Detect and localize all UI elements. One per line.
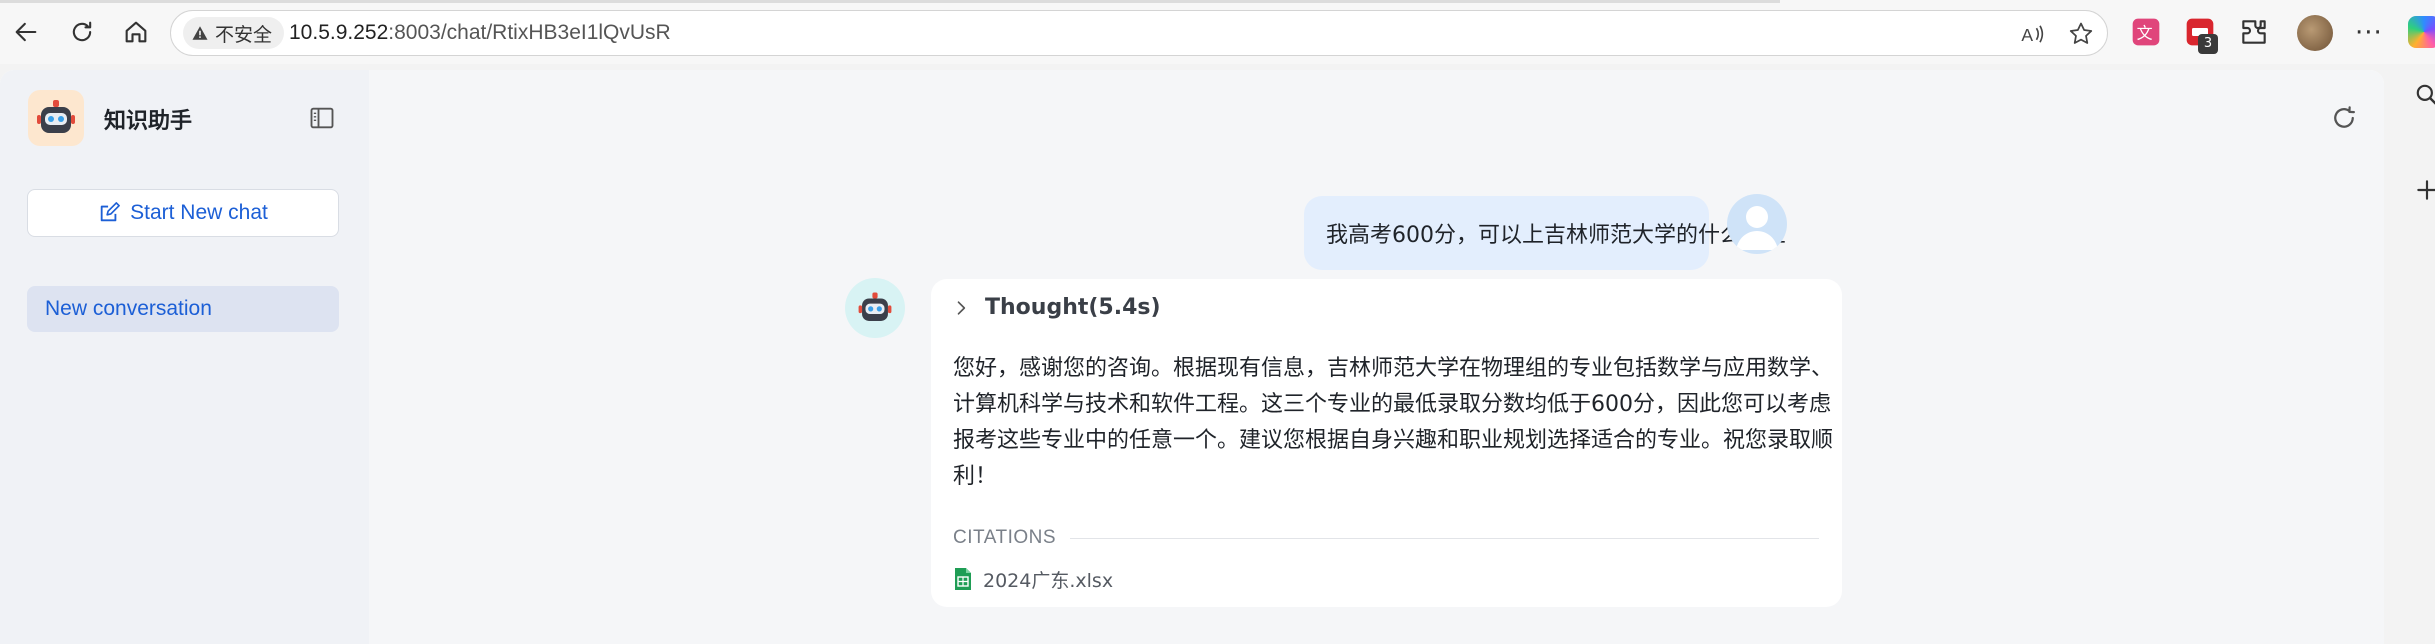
url-host: 10.5.9.252 — [289, 21, 389, 44]
home-icon — [125, 21, 147, 43]
translate-extension-icon[interactable]: 文 — [2130, 16, 2162, 48]
citations-label: CITATIONS — [953, 527, 1057, 548]
new-chat-button[interactable]: Start New chat — [27, 189, 339, 237]
search-icon[interactable] — [2414, 82, 2435, 108]
warning-icon — [192, 26, 208, 40]
citation-file-name: 2024广东.xlsx — [983, 569, 1114, 592]
reload-icon — [72, 21, 92, 42]
spreadsheet-icon — [955, 568, 971, 590]
conversation-label: New conversation — [45, 297, 212, 320]
user-avatar — [1727, 194, 1787, 254]
extension-badge: 3 — [2198, 34, 2218, 54]
url-path: :8003/chat/RtixHB3eI1lQvUsR — [388, 21, 671, 44]
bot-avatar — [845, 278, 905, 338]
robot-avatar-icon — [858, 292, 892, 321]
star-icon[interactable] — [2067, 20, 2095, 48]
read-aloud-icon[interactable]: A — [2019, 20, 2047, 48]
more-menu-icon[interactable]: ··· — [2355, 18, 2383, 48]
chat-main: 我高考600分，可以上吉林师范大学的什么专业 Thought(5.4s) 您好， — [369, 70, 2384, 644]
tab-strip-edge — [0, 0, 1780, 3]
citation-file[interactable]: 2024广东.xlsx — [953, 562, 1113, 596]
user-icon — [1736, 206, 1778, 250]
thought-toggle[interactable]: Thought(5.4s) — [951, 295, 1161, 320]
url-text[interactable]: 10.5.9.252:8003/chat/RtixHB3eI1lQvUsR — [289, 21, 671, 45]
user-message-text: 我高考600分，可以上吉林师范大学的什么专业 — [1326, 223, 1786, 248]
conversation-item[interactable]: New conversation — [27, 286, 339, 332]
browser-toolbar: 不安全 10.5.9.252:8003/chat/RtixHB3eI1lQvUs… — [0, 0, 2435, 64]
back-button[interactable] — [6, 12, 46, 52]
citations-header: CITATIONS — [953, 526, 1819, 550]
security-indicator[interactable]: 不安全 — [183, 17, 285, 49]
copilot-icon[interactable] — [2408, 16, 2435, 48]
chat-app: 知识助手 Start New chat New conversation 我高考… — [0, 70, 2384, 644]
browser-side-rail — [2384, 64, 2435, 644]
new-chat-label: Start New chat — [130, 201, 268, 224]
brand-logo — [28, 90, 84, 146]
robot-logo-icon — [37, 100, 75, 133]
bot-answer-text: 您好，感谢您的咨询。根据现有信息，吉林师范大学在物理组的专业包括数学与应用数学、… — [953, 356, 1834, 489]
address-bar[interactable]: 不安全 10.5.9.252:8003/chat/RtixHB3eI1lQvUs… — [170, 10, 2108, 56]
extensions-puzzle-icon[interactable] — [2238, 16, 2270, 48]
brand-name: 知识助手 — [104, 109, 193, 134]
refresh-icon[interactable] — [2329, 103, 2359, 133]
user-message: 我高考600分，可以上吉林师范大学的什么专业 — [1304, 196, 1786, 270]
add-icon[interactable] — [2414, 177, 2435, 203]
home-button[interactable] — [116, 12, 156, 52]
security-label: 不安全 — [215, 23, 273, 46]
chevron-right-icon — [957, 300, 966, 315]
svg-text:A: A — [2021, 25, 2033, 45]
svg-text:文: 文 — [2137, 24, 2153, 43]
citations-divider — [1070, 537, 1819, 539]
sidebar-toggle-icon[interactable] — [308, 104, 336, 132]
sidebar: 知识助手 Start New chat New conversation — [0, 70, 369, 644]
profile-avatar[interactable] — [2297, 15, 2333, 51]
reload-button[interactable] — [62, 12, 102, 52]
thought-label: Thought(5.4s) — [985, 295, 1161, 320]
back-arrow-icon — [15, 22, 37, 42]
edit-icon — [100, 202, 121, 222]
bot-message: Thought(5.4s) 您好，感谢您的咨询。根据现有信息，吉林师范大学在物理… — [931, 279, 1842, 607]
